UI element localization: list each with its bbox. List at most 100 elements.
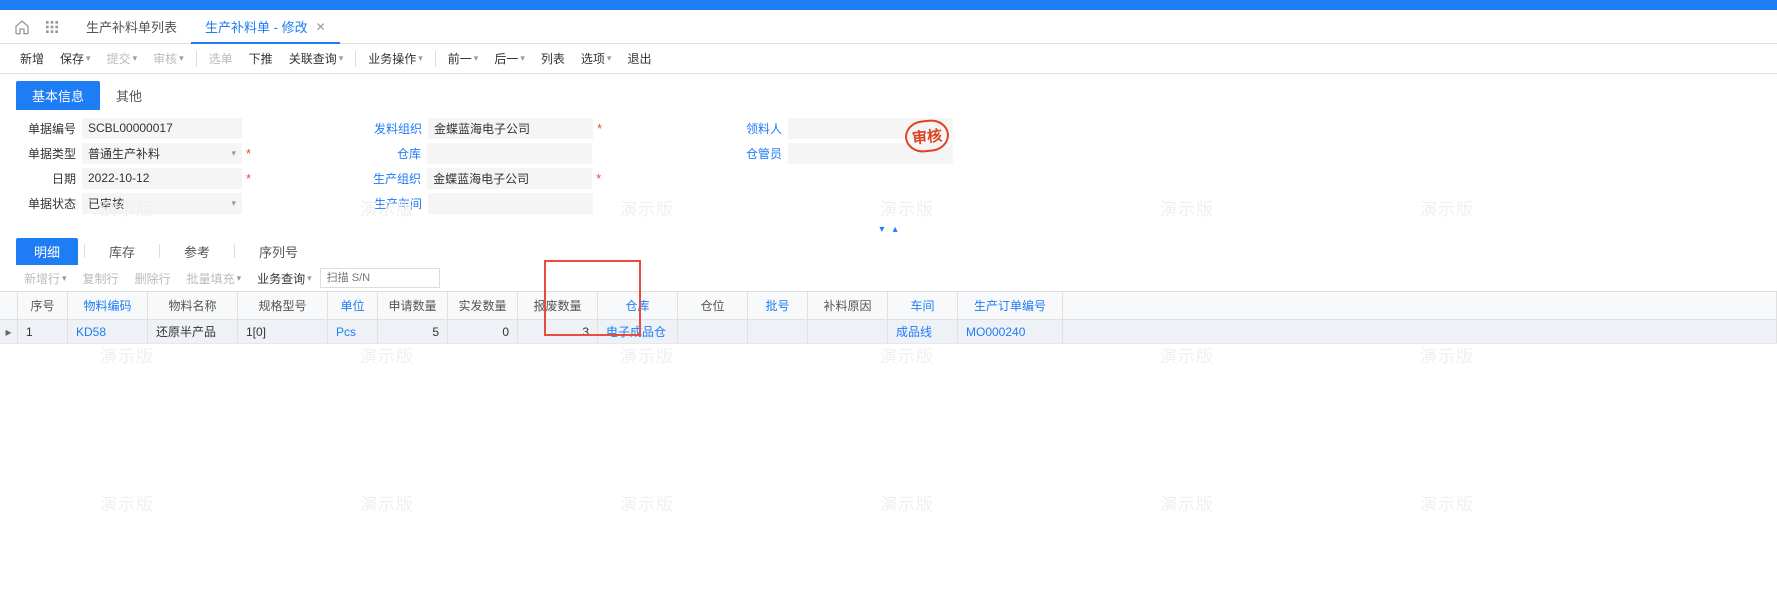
form-area: 单据编号SCBL00000017 发料组织金蝶蓝海电子公司* 领料人 单据类型普… bbox=[0, 110, 1777, 222]
watermark: 演示版 bbox=[880, 342, 934, 367]
cell-unit[interactable]: Pcs bbox=[328, 320, 378, 343]
hdr-workshop[interactable]: 车间 bbox=[888, 292, 958, 319]
dt-delrow[interactable]: 删除行 bbox=[127, 270, 179, 287]
hdr-reqqty[interactable]: 申请数量 bbox=[378, 292, 448, 319]
cell-orderno[interactable]: MO000240 bbox=[958, 320, 1063, 343]
lbl-date: 日期 bbox=[16, 170, 76, 187]
lbl-billno: 单据编号 bbox=[16, 120, 76, 137]
tb-submit[interactable]: 提交▾ bbox=[99, 50, 146, 67]
hdr-reason[interactable]: 补料原因 bbox=[808, 292, 888, 319]
lbl-workshop[interactable]: 生产车间 bbox=[362, 195, 422, 212]
fld-sendorg[interactable]: 金蝶蓝海电子公司 bbox=[428, 118, 593, 139]
watermark: 演示版 bbox=[1160, 490, 1214, 515]
close-icon[interactable]: ✕ bbox=[316, 20, 326, 34]
fld-warehouse[interactable] bbox=[427, 143, 592, 164]
hdr-code[interactable]: 物料编码 bbox=[68, 292, 148, 319]
fld-date[interactable]: 2022-10-12 bbox=[82, 168, 242, 189]
cell-actqty[interactable]: 0 bbox=[448, 320, 518, 343]
hdr-actqty[interactable]: 实发数量 bbox=[448, 292, 518, 319]
tab-edit[interactable]: 生产补料单 - 修改 ✕ bbox=[191, 10, 340, 44]
dt-addrow[interactable]: 新增行▾ bbox=[16, 270, 75, 287]
hdr-spec[interactable]: 规格型号 bbox=[238, 292, 328, 319]
tab-list-label: 生产补料单列表 bbox=[86, 17, 177, 36]
dtab-serial[interactable]: 序列号 bbox=[241, 238, 316, 265]
hdr-loc[interactable]: 仓位 bbox=[678, 292, 748, 319]
lbl-keeper[interactable]: 仓管员 bbox=[722, 145, 782, 162]
hdr-unit[interactable]: 单位 bbox=[328, 292, 378, 319]
tab-list[interactable]: 生产补料单列表 bbox=[72, 10, 191, 44]
tb-next[interactable]: 后一▾ bbox=[486, 50, 533, 67]
cell-scrapqty[interactable]: 3 bbox=[518, 320, 598, 343]
dt-copyrow[interactable]: 复制行 bbox=[75, 270, 127, 287]
tb-push[interactable]: 下推 bbox=[241, 50, 281, 67]
cell-seq[interactable]: 1 bbox=[18, 320, 68, 343]
detail-tabs: 明细 库存 参考 序列号 bbox=[16, 237, 1777, 265]
hdr-scrapqty[interactable]: 报废数量 bbox=[518, 292, 598, 319]
page-tab-bar: 生产补料单列表 生产补料单 - 修改 ✕ bbox=[0, 10, 1777, 44]
tb-audit[interactable]: 审核▾ bbox=[145, 50, 192, 67]
dt-bizquery[interactable]: 业务查询▾ bbox=[249, 270, 320, 287]
tb-list[interactable]: 列表 bbox=[533, 50, 573, 67]
grid-header-row: 序号 物料编码 物料名称 规格型号 单位 申请数量 实发数量 报废数量 仓库 仓… bbox=[0, 292, 1777, 320]
tb-prev[interactable]: 前一▾ bbox=[440, 50, 487, 67]
fld-billtype[interactable]: 普通生产补料▾ bbox=[82, 143, 242, 164]
home-icon[interactable] bbox=[12, 17, 32, 37]
tb-save[interactable]: 保存▾ bbox=[52, 50, 99, 67]
tab-edit-label: 生产补料单 - 修改 bbox=[205, 17, 308, 36]
fld-keeper[interactable] bbox=[788, 143, 953, 164]
top-blue-bar bbox=[0, 0, 1777, 10]
tb-exit[interactable]: 退出 bbox=[619, 50, 659, 67]
section-tab-other[interactable]: 其他 bbox=[100, 81, 158, 110]
section-tabs: 基本信息 其他 bbox=[16, 80, 1777, 110]
fld-picker[interactable] bbox=[788, 118, 953, 139]
cell-name[interactable]: 还原半产品 bbox=[148, 320, 238, 343]
lbl-sendorg[interactable]: 发料组织 bbox=[362, 120, 422, 137]
cell-reqqty[interactable]: 5 bbox=[378, 320, 448, 343]
lbl-picker[interactable]: 领料人 bbox=[722, 120, 782, 137]
table-row[interactable]: ▸ 1 KD58 还原半产品 1[0] Pcs 5 0 3 电子成品仓 成品线 … bbox=[0, 320, 1777, 344]
tb-relquery[interactable]: 关联查询▾ bbox=[281, 50, 352, 67]
hdr-orderno[interactable]: 生产订单编号 bbox=[958, 292, 1063, 319]
app-grid-icon[interactable] bbox=[42, 17, 62, 37]
watermark: 演示版 bbox=[100, 342, 154, 367]
cell-reason[interactable] bbox=[808, 320, 888, 343]
cell-batch[interactable] bbox=[748, 320, 808, 343]
fld-prodorg[interactable]: 金蝶蓝海电子公司 bbox=[427, 168, 592, 189]
detail-toolbar: 新增行▾ 复制行 删除行 批量填充▾ 业务查询▾ bbox=[0, 265, 1777, 291]
dt-batchfill[interactable]: 批量填充▾ bbox=[179, 270, 250, 287]
required-mark: * bbox=[597, 121, 602, 136]
cell-workshop[interactable]: 成品线 bbox=[888, 320, 958, 343]
fld-billno[interactable]: SCBL00000017 bbox=[82, 118, 242, 139]
hdr-seq[interactable]: 序号 bbox=[18, 292, 68, 319]
cell-tail bbox=[1063, 320, 1777, 343]
lbl-billtype: 单据类型 bbox=[16, 145, 76, 162]
chevron-down-icon: ▾ bbox=[231, 148, 236, 159]
lbl-prodorg[interactable]: 生产组织 bbox=[361, 170, 421, 187]
row-marker-header bbox=[0, 292, 18, 319]
fld-workshop[interactable] bbox=[428, 193, 593, 214]
tb-bizop[interactable]: 业务操作▾ bbox=[360, 50, 431, 67]
dtab-detail[interactable]: 明细 bbox=[16, 238, 78, 265]
cell-warehouse[interactable]: 电子成品仓 bbox=[598, 320, 678, 343]
cell-code[interactable]: KD58 bbox=[68, 320, 148, 343]
row-marker[interactable]: ▸ bbox=[0, 320, 18, 343]
watermark: 演示版 bbox=[1420, 490, 1474, 515]
hdr-batch[interactable]: 批号 bbox=[748, 292, 808, 319]
tb-select[interactable]: 选单 bbox=[201, 50, 241, 67]
collapse-arrows[interactable]: ▾ ▴ bbox=[0, 222, 1777, 237]
hdr-warehouse[interactable]: 仓库 bbox=[598, 292, 678, 319]
lbl-warehouse[interactable]: 仓库 bbox=[361, 145, 421, 162]
section-tab-basic[interactable]: 基本信息 bbox=[16, 81, 100, 110]
fld-status[interactable]: 已审核▾ bbox=[82, 193, 242, 214]
tb-option[interactable]: 选项▾ bbox=[573, 50, 620, 67]
scan-input[interactable] bbox=[320, 268, 440, 288]
detail-grid: 序号 物料编码 物料名称 规格型号 单位 申请数量 实发数量 报废数量 仓库 仓… bbox=[0, 291, 1777, 344]
dtab-stock[interactable]: 库存 bbox=[91, 238, 153, 265]
cell-loc[interactable] bbox=[678, 320, 748, 343]
chevron-down-icon: ▾ bbox=[86, 53, 91, 64]
hdr-name[interactable]: 物料名称 bbox=[148, 292, 238, 319]
watermark: 演示版 bbox=[620, 342, 674, 367]
dtab-ref[interactable]: 参考 bbox=[166, 238, 228, 265]
cell-spec[interactable]: 1[0] bbox=[238, 320, 328, 343]
tb-new[interactable]: 新增 bbox=[12, 50, 52, 67]
